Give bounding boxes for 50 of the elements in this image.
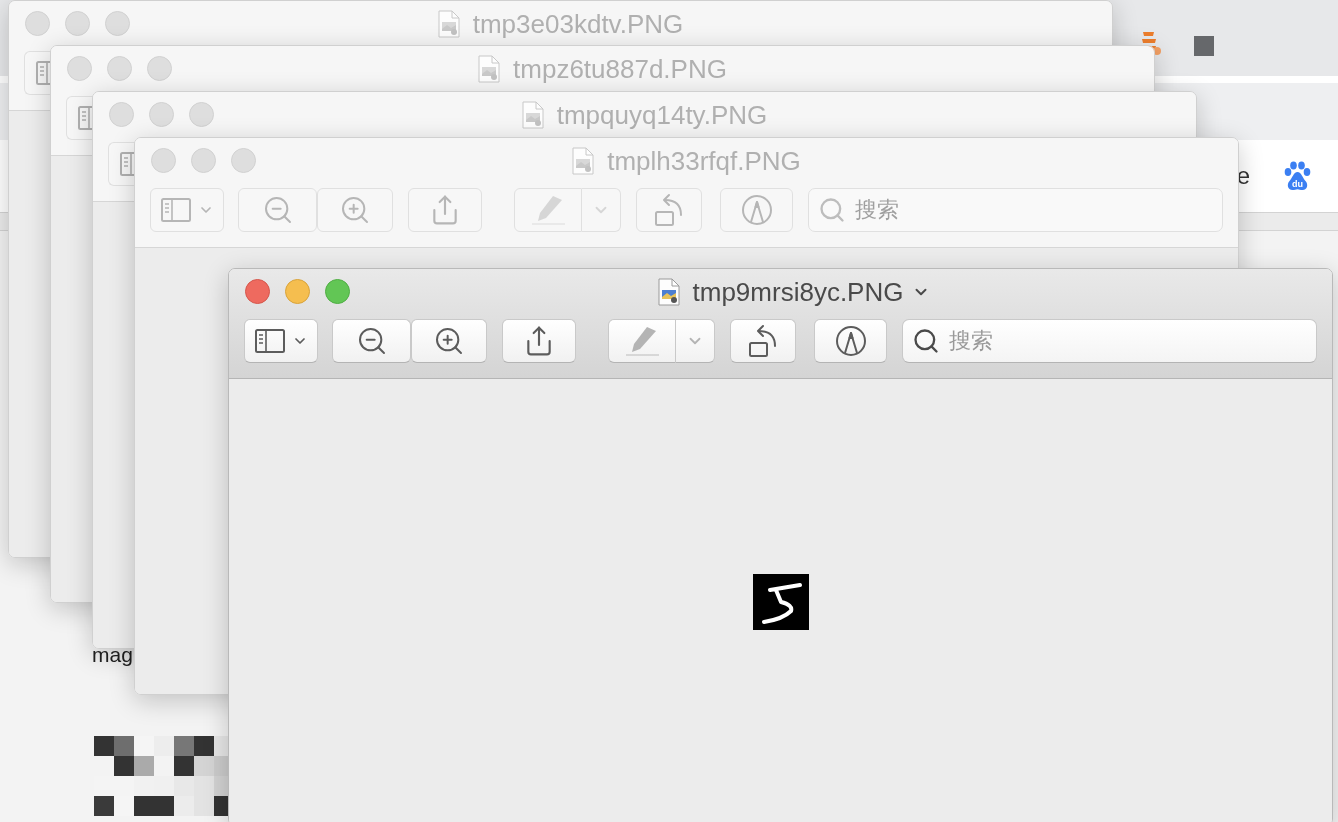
zoom-out-button[interactable]: [332, 319, 411, 363]
paw-logo[interactable]: du: [1284, 161, 1311, 191]
search-icon: [818, 196, 846, 224]
sidebar-icon: [78, 106, 93, 130]
sidebar-icon: [254, 329, 285, 353]
window-title: tmp9mrsi8yc.PNG: [692, 276, 904, 307]
sidebar-icon: [160, 198, 191, 222]
window-title: tmpquyq14ty.PNG: [556, 99, 768, 130]
minimize-button[interactable]: [191, 148, 216, 173]
window-title: tmplh33rfqf.PNG: [607, 145, 801, 176]
pen-menu-button[interactable]: [676, 319, 715, 363]
image-file-icon: [572, 146, 595, 175]
zoom-button[interactable]: [147, 56, 172, 81]
rotate-button[interactable]: [730, 319, 796, 363]
pen-menu-button[interactable]: [582, 188, 621, 232]
search-field[interactable]: 搜索: [902, 319, 1317, 363]
zoom-in-icon: [339, 194, 371, 226]
zoom-button[interactable]: [231, 148, 256, 173]
zoom-button[interactable]: [325, 279, 350, 304]
minimize-button[interactable]: [107, 56, 132, 81]
markup-pen-button[interactable]: [514, 188, 582, 232]
zoom-button[interactable]: [105, 11, 130, 36]
search-field[interactable]: 搜索: [808, 188, 1223, 232]
sidebar-icon: [120, 152, 135, 176]
minimize-button[interactable]: [65, 11, 90, 36]
rotate-icon: [654, 193, 684, 227]
minimize-button[interactable]: [285, 279, 310, 304]
image-file-icon: [437, 9, 460, 38]
zoom-in-icon: [433, 325, 465, 357]
minimize-button[interactable]: [149, 102, 174, 127]
markup-icon: [835, 326, 866, 356]
page-text: mag: [92, 644, 133, 665]
rotate-icon: [748, 324, 778, 358]
markup-pen-button[interactable]: [608, 319, 676, 363]
markup-button[interactable]: [814, 319, 887, 363]
window-title: tmp3e03kdtv.PNG: [472, 8, 684, 39]
image-file-icon: [478, 54, 501, 83]
sidebar-icon: [36, 61, 51, 85]
share-button[interactable]: [502, 319, 576, 363]
zoom-button[interactable]: [189, 102, 214, 127]
window-title: tmpz6tu887d.PNG: [513, 53, 727, 84]
close-button[interactable]: [245, 279, 270, 304]
search-icon: [912, 327, 940, 355]
square-icon[interactable]: [1194, 36, 1214, 56]
image-file-icon: [657, 277, 680, 306]
sidebar-button[interactable]: [244, 319, 318, 363]
digit-image: [752, 574, 809, 630]
zoom-in-button[interactable]: [411, 319, 487, 363]
image-file-icon: [521, 100, 544, 129]
markup-icon: [741, 195, 772, 225]
